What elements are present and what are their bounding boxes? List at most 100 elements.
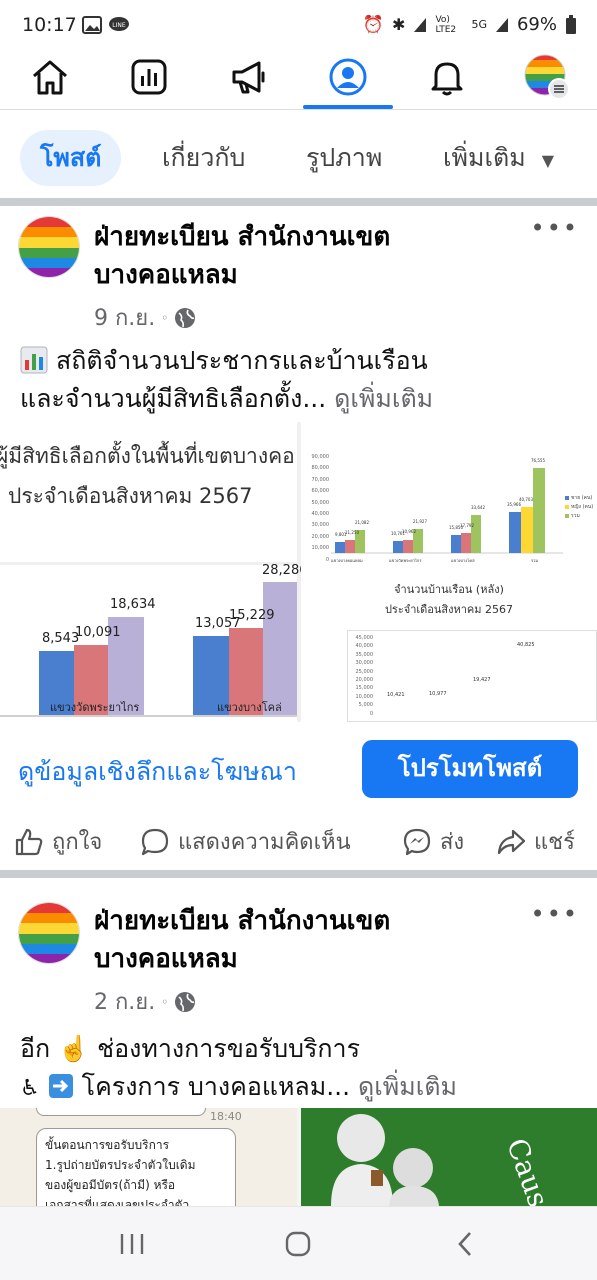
send-label: ส่ง bbox=[440, 830, 465, 855]
cat-2: แขวงวัดพระยาไกร bbox=[389, 558, 422, 563]
battery-percent: 69% bbox=[516, 14, 557, 35]
chat-time: 18:40 bbox=[210, 1110, 242, 1123]
status-time: 10:17 bbox=[22, 14, 77, 36]
collage-image-green: Cause bbox=[301, 1108, 597, 1206]
home-system-button[interactable] bbox=[278, 1229, 318, 1259]
collage-1-heading: ผู้มีสิทธิเลือกตั้งในพื้นที่เขตบางคอ bbox=[0, 444, 295, 468]
like-label: ถูกใจ bbox=[52, 830, 103, 855]
author-line-1: ฝ่ายทะเบียน สำนักงานเขต bbox=[94, 906, 391, 936]
collage-image-chat: 18:40 ขั้นตอนการขอรับบริการ 1.รูปถ่ายบัต… bbox=[0, 1108, 297, 1206]
battery-icon bbox=[566, 14, 576, 34]
messenger-icon bbox=[403, 828, 431, 855]
val-4-0: 35,966 bbox=[507, 502, 521, 507]
back-button[interactable] bbox=[446, 1229, 486, 1259]
view-insights-link[interactable]: ดูข้อมูลเชิงลึกและโฆษณา bbox=[18, 752, 297, 792]
recent-apps-icon bbox=[120, 1234, 144, 1254]
chevron-down-icon: ▼ bbox=[541, 151, 555, 170]
comment-button[interactable]: แสดงความคิดเห็น bbox=[140, 824, 351, 859]
comment-label: แสดงความคิดเห็น bbox=[178, 830, 351, 855]
bar-category-2: แขวงบางโคล่ bbox=[217, 701, 282, 714]
post-text-line-1: สถิติจำนวนประชากรและบ้านเรือน bbox=[55, 346, 428, 375]
chat-bubble-top bbox=[36, 1108, 206, 1116]
post-text-line-1: อีก ☝️ ช่องทางการขอรับบริการ bbox=[20, 1034, 360, 1063]
post-image-collage[interactable]: 18:40 ขั้นตอนการขอรับบริการ 1.รูปถ่ายบัต… bbox=[0, 1108, 597, 1206]
cat-4: รวม bbox=[531, 558, 539, 563]
tab-more-label: เพิ่มเติม bbox=[443, 143, 526, 172]
dashboard-button[interactable] bbox=[124, 54, 174, 100]
page-menu-button[interactable] bbox=[522, 54, 572, 100]
author-line-1: ฝ่ายทะเบียน สำนักงานเขต bbox=[94, 222, 391, 252]
collage-image-3: 90,000 80,000 70,000 60,000 50,000 40,000 30,0… bbox=[301, 422, 597, 572]
alarm-icon: ⏰ bbox=[362, 14, 385, 35]
home-icon bbox=[33, 60, 67, 95]
insights-row: ดูข้อมูลเชิงลึกและโฆษณา โปรโมทโพสต์ bbox=[0, 722, 597, 808]
bar-label-2: 10,091 bbox=[75, 625, 121, 640]
wheelchair-emoji-icon: ♿ bbox=[20, 1076, 40, 1101]
post-card: ฝ่ายทะเบียน สำนักงานเขต บางคอแหลม ••• 2 … bbox=[0, 886, 597, 1206]
globe-public-icon bbox=[175, 307, 196, 328]
post-date: 2 ก.ย. bbox=[94, 990, 156, 1015]
cat-3: แขวงบางโคล่ bbox=[451, 558, 475, 563]
post-text-line-2: โครงการ บางคอแหลม... bbox=[81, 1072, 351, 1101]
ads-megaphone-icon bbox=[232, 61, 265, 94]
line-notification-icon: LINE bbox=[109, 17, 129, 31]
send-button[interactable]: ส่ง bbox=[402, 824, 464, 859]
post-meta: 9 ก.ย. ◦ bbox=[94, 300, 196, 335]
post-meta: 2 ก.ย. ◦ bbox=[94, 984, 196, 1019]
profile-button[interactable] bbox=[323, 54, 373, 100]
ads-button[interactable] bbox=[224, 54, 274, 100]
right-arrow-emoji-icon bbox=[48, 1074, 73, 1098]
comment-bubble-icon bbox=[141, 828, 169, 855]
share-button[interactable]: แชร์ bbox=[496, 824, 575, 859]
tab-about[interactable]: เกี่ยวกับ bbox=[162, 130, 245, 186]
promote-post-button[interactable]: โปรโมทโพสต์ bbox=[362, 740, 578, 798]
post-options-button[interactable]: ••• bbox=[531, 900, 579, 928]
post-options-button[interactable]: ••• bbox=[531, 214, 579, 242]
see-more-link[interactable]: ดูเพิ่มเติม bbox=[358, 1072, 457, 1101]
post-image-collage[interactable]: ผู้มีสิทธิเลือกตั้งในพื้นที่เขตบางคอ ประ… bbox=[0, 422, 597, 722]
bar-label-5: 15,229 bbox=[229, 608, 275, 623]
page-tabs: โพสต์ เกี่ยวกับ รูปภาพ เพิ่มเติม ▼ bbox=[0, 110, 597, 206]
val-4-1: 40,703 bbox=[519, 497, 533, 502]
val-3-2: 33,642 bbox=[471, 505, 485, 510]
house-val-4: 40,825 bbox=[517, 642, 535, 648]
collage-image-1: ผู้มีสิทธิเลือกตั้งในพื้นที่เขตบางคอ ประ… bbox=[0, 422, 297, 562]
share-arrow-icon bbox=[497, 829, 526, 854]
bar-label-3: 18,634 bbox=[110, 597, 156, 612]
population-bar-chart bbox=[331, 468, 569, 554]
see-more-link[interactable]: ดูเพิ่มเติม bbox=[334, 384, 433, 413]
page-avatar[interactable] bbox=[18, 902, 80, 964]
houses-title-2: ประจำเดือนสิงหาคม 2567 bbox=[384, 603, 514, 616]
like-button[interactable]: ถูกใจ bbox=[14, 824, 102, 859]
separator-dot: ◦ bbox=[161, 994, 169, 1009]
tab-photos[interactable]: รูปภาพ bbox=[306, 130, 382, 186]
page-avatar[interactable] bbox=[18, 216, 80, 278]
y-ticks-1: 90,000 80,000 70,000 60,000 50,000 40,000 30,0… bbox=[311, 454, 330, 563]
post-date: 9 ก.ย. bbox=[94, 306, 156, 331]
bar-chart-emoji-icon bbox=[20, 346, 48, 374]
y-ticks-2: 45,000 40,000 35,000 30,000 25,000 20,000 15,0… bbox=[355, 635, 374, 717]
status-right: ⏰ ✱ Vo) LTE2 5G 69% bbox=[363, 14, 577, 35]
page-avatar-menu-icon bbox=[524, 54, 570, 100]
post-text: อีก ☝️ ช่องทางการขอรับบริการ ♿ โครงการ บ… bbox=[20, 1030, 580, 1108]
tab-more[interactable]: เพิ่มเติม ▼ bbox=[443, 130, 554, 186]
notifications-button[interactable] bbox=[422, 54, 472, 100]
house-val-3: 19,427 bbox=[473, 677, 491, 683]
separator-dot: ◦ bbox=[161, 310, 169, 325]
system-navigation-bar bbox=[0, 1206, 597, 1280]
post-author[interactable]: ฝ่ายทะเบียน สำนักงานเขต บางคอแหลม bbox=[94, 902, 514, 978]
tab-posts[interactable]: โพสต์ bbox=[20, 130, 122, 186]
home-button[interactable] bbox=[25, 54, 75, 100]
val-3-1: 17,792 bbox=[460, 523, 474, 528]
network-label: Vo) LTE2 bbox=[435, 14, 457, 35]
collage-1-sub: ประจำเดือนสิงหาคม 2567 bbox=[8, 484, 253, 508]
post-author[interactable]: ฝ่ายทะเบียน สำนักงานเขต บางคอแหลม bbox=[94, 218, 514, 294]
post-actions: ถูกใจ แสดงความคิดเห็น ส่ง แชร์ bbox=[0, 808, 597, 878]
active-tab-indicator bbox=[303, 105, 393, 109]
thumbs-up-icon bbox=[15, 828, 43, 855]
houses-title-1: จำนวนบ้านเรือน (หลัง) bbox=[394, 583, 504, 596]
dashboard-icon bbox=[131, 59, 167, 95]
figures-illustration bbox=[331, 1114, 439, 1206]
recent-apps-button[interactable] bbox=[112, 1229, 152, 1259]
globe-public-icon bbox=[175, 991, 196, 1012]
